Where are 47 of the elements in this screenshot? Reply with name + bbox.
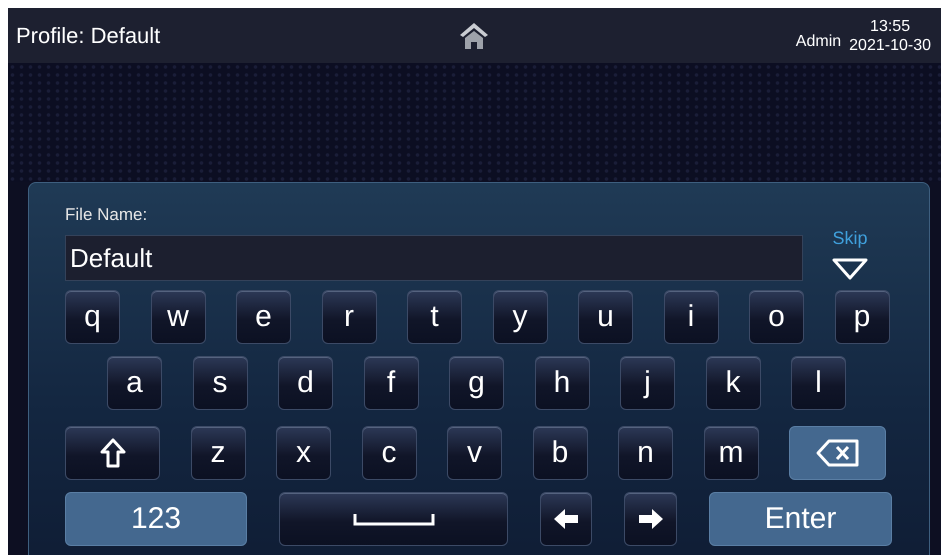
field-label: File Name: — [65, 205, 148, 225]
collapse-triangle-icon[interactable] — [831, 257, 869, 281]
letter-key[interactable]: z — [190, 426, 246, 480]
letter-key[interactable]: d — [278, 356, 333, 410]
letter-key[interactable]: a — [107, 356, 162, 410]
letter-key[interactable]: l — [791, 356, 846, 410]
letter-key[interactable]: h — [534, 356, 590, 410]
letter-key[interactable]: c — [362, 426, 416, 480]
profile-title: Profile: Default — [16, 22, 162, 48]
letter-key[interactable]: f — [364, 356, 418, 410]
enter-key[interactable]: Enter — [709, 492, 892, 546]
letter-key[interactable]: y — [492, 290, 548, 344]
letter-key[interactable]: r — [322, 290, 376, 344]
clock-time: 13:55 — [870, 16, 910, 36]
letter-key[interactable]: w — [150, 290, 206, 344]
letter-key[interactable]: b — [532, 426, 588, 480]
letter-key[interactable]: k — [706, 356, 760, 410]
letter-key[interactable]: i — [664, 290, 718, 344]
backspace-icon — [814, 438, 860, 468]
letter-key[interactable]: m — [704, 426, 758, 480]
letter-key[interactable]: u — [578, 290, 633, 344]
letter-key[interactable]: p — [834, 290, 890, 344]
user-name: Admin — [796, 32, 842, 52]
letter-key[interactable]: o — [749, 290, 804, 344]
shift-icon — [100, 438, 126, 468]
letter-key[interactable]: q — [65, 290, 120, 344]
home-icon[interactable] — [458, 22, 488, 50]
letter-key[interactable]: e — [236, 290, 291, 344]
numbers-key[interactable]: 123 — [65, 492, 247, 546]
space-key[interactable] — [279, 492, 508, 546]
letter-key[interactable]: v — [447, 426, 502, 480]
backspace-key[interactable] — [789, 426, 886, 480]
letter-key[interactable]: n — [618, 426, 673, 480]
arrow-left-icon — [553, 508, 579, 530]
letter-key[interactable]: j — [620, 356, 675, 410]
arrow-right-icon — [638, 508, 664, 530]
left-key[interactable] — [540, 492, 592, 546]
letter-key[interactable]: s — [192, 356, 248, 410]
right-key[interactable] — [624, 492, 677, 546]
file-name-field[interactable]: Default — [65, 235, 803, 281]
shift-key[interactable] — [65, 426, 160, 480]
skip-link[interactable]: Skip — [832, 228, 868, 249]
letter-key[interactable]: x — [276, 426, 331, 480]
letter-key[interactable]: g — [449, 356, 504, 410]
letter-key[interactable]: t — [407, 290, 462, 344]
clock-date: 2021-10-30 — [849, 36, 931, 54]
space-icon — [352, 512, 434, 526]
